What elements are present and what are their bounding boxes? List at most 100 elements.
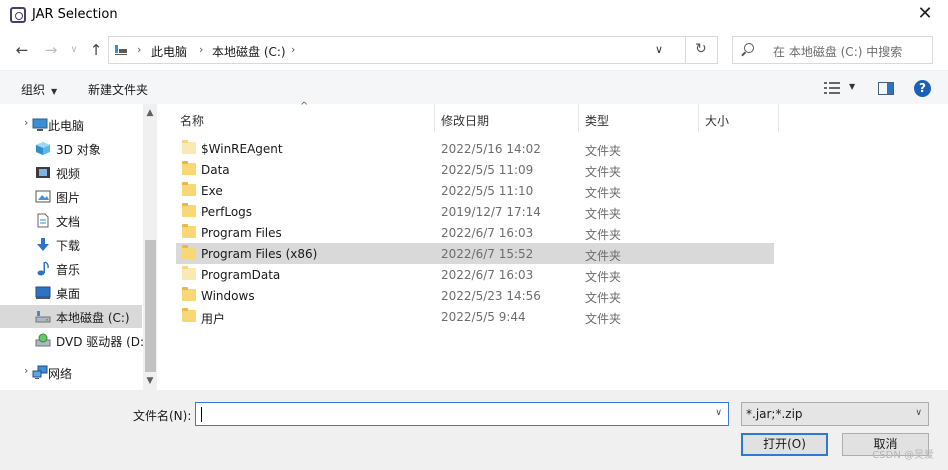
chevron-down-icon: ▼ bbox=[51, 87, 58, 96]
refresh-icon[interactable]: ↻ bbox=[695, 41, 707, 57]
up-icon[interactable]: ↑ bbox=[86, 40, 106, 60]
file-row[interactable]: Program Files (x86) 2022/6/7 15:52 文件夹 bbox=[176, 243, 774, 264]
breadcrumb-local-disk[interactable]: 本地磁盘 (C:) bbox=[212, 43, 286, 60]
file-row[interactable]: PerfLogs 2019/12/7 17:14 文件夹 bbox=[176, 201, 774, 222]
scrollbar-thumb[interactable] bbox=[145, 240, 156, 372]
search-box[interactable]: 在 本地磁盘 (C:) 中搜索 bbox=[732, 36, 933, 64]
chevron-down-icon[interactable]: ∨ bbox=[715, 408, 722, 418]
folder-icon bbox=[182, 182, 196, 196]
file-name: Exe bbox=[201, 184, 223, 198]
file-row[interactable]: ProgramData 2022/6/7 16:03 文件夹 bbox=[176, 264, 774, 285]
file-row[interactable]: Data 2022/5/5 11:09 文件夹 bbox=[176, 159, 774, 180]
open-button[interactable]: 打开(O) bbox=[741, 433, 828, 456]
expand-chevron-icon[interactable]: › bbox=[24, 364, 28, 377]
title-bar: JAR Selection ✕ bbox=[0, 0, 948, 30]
file-modified-date: 2022/5/5 9:44 bbox=[441, 310, 526, 324]
sidebar-item-local-disk-c[interactable]: 本地磁盘 (C:) bbox=[0, 305, 142, 328]
column-header-date[interactable]: 修改日期 bbox=[435, 104, 579, 132]
back-icon[interactable]: ← bbox=[12, 40, 32, 60]
documents-icon bbox=[35, 213, 51, 228]
sidebar-item-music[interactable]: 音乐 bbox=[0, 257, 142, 280]
video-icon bbox=[35, 165, 51, 180]
column-header-name[interactable]: 名称 bbox=[174, 104, 435, 132]
file-row[interactable]: 用户 2022/5/5 9:44 文件夹 bbox=[176, 306, 774, 327]
text-cursor bbox=[201, 407, 202, 422]
file-modified-date: 2022/6/7 16:03 bbox=[441, 268, 534, 282]
address-divider bbox=[685, 37, 686, 63]
file-type: 文件夹 bbox=[585, 312, 622, 326]
file-name: Program Files (x86) bbox=[201, 247, 318, 261]
navigation-bar: ← → ∨ ↑ › 此电脑 › 本地磁盘 (C:) › ∨ ↻ 在 本地磁盘 (… bbox=[0, 32, 948, 68]
column-header-type[interactable]: 类型 bbox=[579, 104, 699, 132]
filename-combobox[interactable]: ∨ bbox=[195, 402, 729, 426]
column-header-label: 类型 bbox=[585, 114, 610, 128]
forward-icon[interactable]: → bbox=[41, 40, 61, 60]
sidebar-item-label: 3D 对象 bbox=[56, 143, 101, 157]
new-folder-button[interactable]: 新建文件夹 bbox=[88, 81, 148, 98]
file-row[interactable]: Windows 2022/5/23 14:56 文件夹 bbox=[176, 285, 774, 306]
scroll-up-icon[interactable]: ▲ bbox=[143, 108, 157, 118]
sidebar-item-videos[interactable]: 视频 bbox=[0, 161, 142, 184]
address-history-dropdown-icon[interactable]: ∨ bbox=[655, 43, 663, 56]
folder-icon bbox=[182, 224, 196, 238]
sidebar-item-label: 本地磁盘 (C:) bbox=[56, 311, 130, 325]
sidebar-item-documents[interactable]: 文档 bbox=[0, 209, 142, 232]
folder-icon bbox=[182, 308, 196, 322]
file-modified-date: 2022/6/7 15:52 bbox=[441, 247, 534, 261]
file-row[interactable]: Program Files 2022/6/7 16:03 文件夹 bbox=[176, 222, 774, 243]
help-icon[interactable]: ? bbox=[914, 80, 931, 97]
recent-locations-icon[interactable]: ∨ bbox=[64, 40, 84, 60]
sidebar-item-pictures[interactable]: 图片 bbox=[0, 185, 142, 208]
file-modified-date: 2019/12/7 17:14 bbox=[441, 205, 541, 219]
filename-input[interactable] bbox=[198, 405, 698, 423]
chevron-down-icon[interactable]: ▼ bbox=[849, 82, 855, 91]
file-row[interactable]: Exe 2022/5/5 11:10 文件夹 bbox=[176, 180, 774, 201]
close-button[interactable]: ✕ bbox=[902, 0, 948, 30]
breadcrumb-this-pc[interactable]: 此电脑 bbox=[151, 43, 187, 60]
column-header-size[interactable]: 大小 bbox=[699, 104, 779, 132]
sidebar-item-desktop[interactable]: 桌面 bbox=[0, 281, 142, 304]
file-name: Data bbox=[201, 163, 230, 177]
column-header-label: 修改日期 bbox=[441, 114, 490, 128]
network-icon bbox=[32, 365, 48, 380]
sidebar-item-dvd-drive-d[interactable]: DVD 驱动器 (D: bbox=[0, 329, 144, 352]
watermark: CSDN @吴爱 bbox=[872, 450, 934, 461]
file-type-filter-select[interactable]: *.jar;*.zip ∨ bbox=[741, 402, 929, 426]
search-placeholder: 在 本地磁盘 (C:) 中搜索 bbox=[773, 45, 903, 59]
address-bar[interactable]: › 此电脑 › 本地磁盘 (C:) › ∨ ↻ bbox=[108, 36, 718, 64]
column-header-label: 名称 bbox=[180, 114, 205, 128]
file-type-filter-value: *.jar;*.zip bbox=[746, 407, 803, 421]
pc-icon bbox=[115, 45, 127, 55]
dialog-footer: 文件名(N): ∨ *.jar;*.zip ∨ 打开(O) 取消 CSDN @吴… bbox=[0, 390, 948, 470]
file-modified-date: 2022/5/5 11:09 bbox=[441, 163, 534, 177]
preview-pane-icon[interactable] bbox=[878, 82, 894, 95]
breadcrumb-separator[interactable]: › bbox=[137, 43, 141, 56]
file-name: Program Files bbox=[201, 226, 282, 240]
column-header-label: 大小 bbox=[705, 114, 730, 128]
sidebar-item-this-pc[interactable]: › 此电脑 bbox=[0, 113, 142, 136]
file-row[interactable]: $WinREAgent 2022/5/16 14:02 文件夹 bbox=[176, 138, 774, 159]
navigation-pane: › 此电脑 3D 对象 视频 图片 文档 下载 音乐 桌面 本地磁盘 (C:) … bbox=[0, 104, 160, 390]
sidebar-item-label: 视频 bbox=[56, 167, 81, 181]
sidebar-item-3d-objects[interactable]: 3D 对象 bbox=[0, 137, 142, 160]
file-type: 文件夹 bbox=[585, 186, 622, 200]
filename-label: 文件名(N): bbox=[133, 409, 192, 423]
sidebar-item-label: 此电脑 bbox=[48, 119, 85, 133]
organize-button[interactable]: 组织 ▼ bbox=[21, 81, 57, 98]
breadcrumb-separator[interactable]: › bbox=[199, 43, 203, 56]
sidebar-item-downloads[interactable]: 下载 bbox=[0, 233, 142, 256]
file-name: PerfLogs bbox=[201, 205, 253, 219]
scroll-down-icon[interactable]: ▼ bbox=[143, 376, 157, 386]
pc-icon bbox=[32, 117, 48, 132]
sidebar-item-network[interactable]: › 网络 bbox=[0, 361, 142, 384]
view-options-icon[interactable] bbox=[824, 82, 840, 94]
toolbar: 组织 ▼ 新建文件夹 ▼ ? bbox=[0, 70, 948, 104]
file-modified-date: 2022/5/5 11:10 bbox=[441, 184, 534, 198]
navigation-scrollbar[interactable]: ▲ ▼ bbox=[143, 104, 157, 390]
folder-icon bbox=[182, 161, 196, 175]
file-type: 文件夹 bbox=[585, 270, 622, 284]
window-title: JAR Selection bbox=[32, 7, 118, 22]
music-icon bbox=[35, 261, 51, 276]
expand-chevron-icon[interactable]: › bbox=[24, 116, 28, 129]
breadcrumb-separator[interactable]: › bbox=[291, 43, 295, 56]
